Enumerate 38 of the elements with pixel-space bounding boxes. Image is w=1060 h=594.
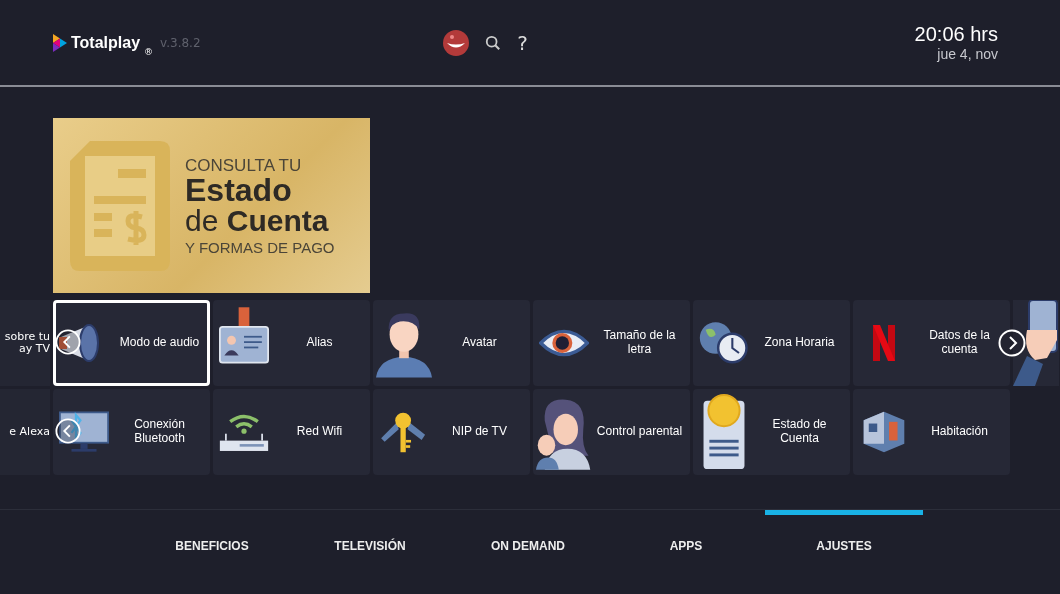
- settings-tile[interactable]: e Alexa: [0, 389, 50, 475]
- monitor-bluetooth-icon: [59, 410, 109, 454]
- settings-tile[interactable]: Avatar: [373, 300, 530, 386]
- settings-tile[interactable]: Datos de la cuenta: [853, 300, 1010, 386]
- settings-tile[interactable]: Red Wifi: [213, 389, 370, 475]
- nav-tab[interactable]: AJUSTES: [765, 510, 923, 560]
- nav-tab[interactable]: ON DEMAND: [449, 510, 607, 560]
- date-text: jue 4, nov: [937, 46, 998, 62]
- settings-tile[interactable]: Estado de Cuenta: [693, 389, 850, 475]
- search-icon[interactable]: [485, 34, 502, 51]
- trademark: ®: [144, 46, 154, 57]
- help-button[interactable]: ?: [517, 30, 528, 55]
- globe-clock-icon: [699, 321, 749, 365]
- banner-footer: Y FORMAS DE PAGO: [185, 239, 335, 255]
- banner-title: Estado: [185, 173, 293, 206]
- settings-tile[interactable]: sobre tu ay TV: [0, 300, 50, 386]
- hand-phone-icon[interactable]: [1013, 300, 1059, 386]
- version-text: v.3.8.2: [160, 35, 201, 50]
- settings-tile[interactable]: Control parental: [533, 389, 690, 475]
- banner-subtitle: de Cuenta: [185, 205, 330, 236]
- settings-tile[interactable]: Habitación: [853, 389, 1010, 475]
- settings-tile[interactable]: Zona Horaria: [693, 300, 850, 386]
- settings-tile[interactable]: Alias: [213, 300, 370, 386]
- settings-tile[interactable]: NIP de TV: [373, 389, 530, 475]
- brand-name: Totalplay: [71, 33, 141, 52]
- banner-kicker: CONSULTA TU: [185, 156, 303, 174]
- settings-tile[interactable]: Modo de audio: [53, 300, 210, 386]
- avatar-icon[interactable]: [443, 29, 470, 56]
- nav-tab[interactable]: TELEVISIÓN: [291, 510, 449, 560]
- clock-time: 20:06 hrs: [914, 23, 998, 46]
- nav-tab[interactable]: APPS: [607, 510, 765, 560]
- settings-tile[interactable]: Conexión Bluetooth: [53, 389, 210, 475]
- settings-tile[interactable]: Tamaño de la letra: [533, 300, 690, 386]
- promo-banner[interactable]: CONSULTA TU Estado de Cuenta Y FORMAS DE PAGO: [53, 118, 370, 293]
- nav-tab[interactable]: BENEFICIOS: [133, 510, 291, 560]
- n-logo-icon: [873, 325, 895, 361]
- logo-icon: [53, 33, 67, 52]
- document-dollar-icon: [69, 140, 171, 271]
